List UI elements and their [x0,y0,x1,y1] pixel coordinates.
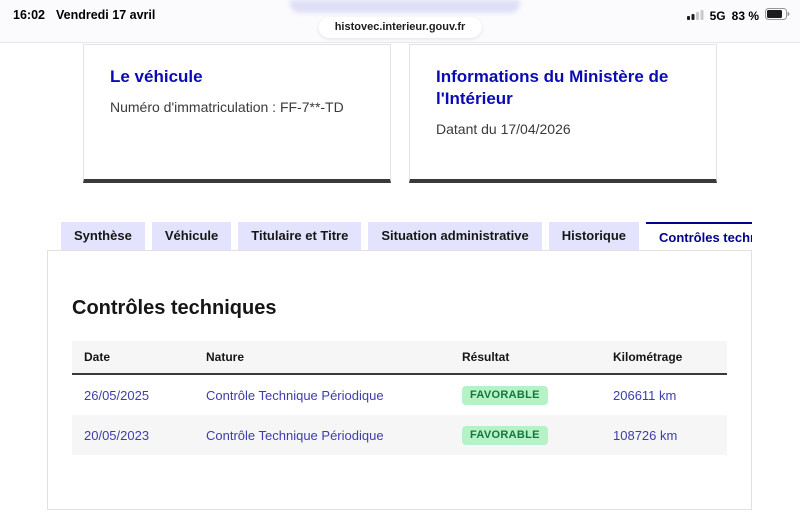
battery-icon [765,8,790,23]
clock-time: 16:02 [13,8,45,22]
signal-icon [686,9,704,23]
tab-situation-administrative[interactable]: Situation administrative [368,222,542,250]
panel-heading: Contrôles techniques [72,297,277,319]
column-header-date: Date [84,350,111,364]
column-header-resultat: Résultat [462,350,510,364]
tab-historique[interactable]: Historique [548,222,640,250]
network-type: 5G [709,8,726,23]
inspection-km: 108726 km [613,427,678,443]
address-bar[interactable]: histovec.interieur.gouv.fr [318,17,482,38]
status-right: 5G 83 % [686,8,790,23]
tab-panel-controles-techniques: Contrôles techniques Date Nature Résulta… [47,250,752,510]
tabs-region: Synthèse Véhicule Titulaire et Titre Sit… [47,222,752,510]
table-row: 20/05/2023 Contrôle Technique Périodique… [72,415,727,455]
inspections-table: Date Nature Résultat Kilométrage 26/05/2… [72,341,727,455]
status-left: 16:02 Vendredi 17 avril [13,8,155,22]
tab-bar: Synthèse Véhicule Titulaire et Titre Sit… [47,222,752,250]
inspection-km: 206611 km [613,387,677,403]
table-header-row: Date Nature Résultat Kilométrage [72,341,727,375]
tab-synthese[interactable]: Synthèse [61,222,145,250]
tab-titulaire-et-titre[interactable]: Titulaire et Titre [238,222,362,250]
data-date: Datant du 17/04/2026 [436,121,571,138]
status-badge: FAVORABLE [462,385,548,405]
inspection-nature: Contrôle Technique Périodique [206,387,384,403]
ministry-info-card: Informations du Ministère de l'Intérieur… [409,44,717,183]
column-header-kilometrage: Kilométrage [613,350,683,364]
status-date: Vendredi 17 avril [55,8,156,22]
status-badge: FAVORABLE [462,425,548,445]
registration-number: Numéro d'immatriculation : FF-7**-TD [110,99,344,116]
inspection-nature: Contrôle Technique Périodique [206,427,384,443]
inspection-date: 26/05/2025 [84,387,150,403]
ministry-card-title: Informations du Ministère de l'Intérieur [436,67,669,109]
column-header-nature: Nature [206,350,245,364]
tab-vehicule[interactable]: Véhicule [151,222,232,250]
browser-status-bar: 16:02 Vendredi 17 avril histovec.interie… [0,0,800,43]
battery-percentage: 83 % [731,8,759,23]
browser-tab-blurred[interactable] [290,0,520,13]
vehicle-card: Le véhicule Numéro d'immatriculation : F… [83,44,391,183]
vehicle-card-title: Le véhicule [110,67,203,86]
table-row: 26/05/2025 Contrôle Technique Périodique… [72,375,727,415]
tab-controles-techniques[interactable]: Contrôles techniques [646,222,752,250]
inspection-date: 20/05/2023 [84,427,150,443]
